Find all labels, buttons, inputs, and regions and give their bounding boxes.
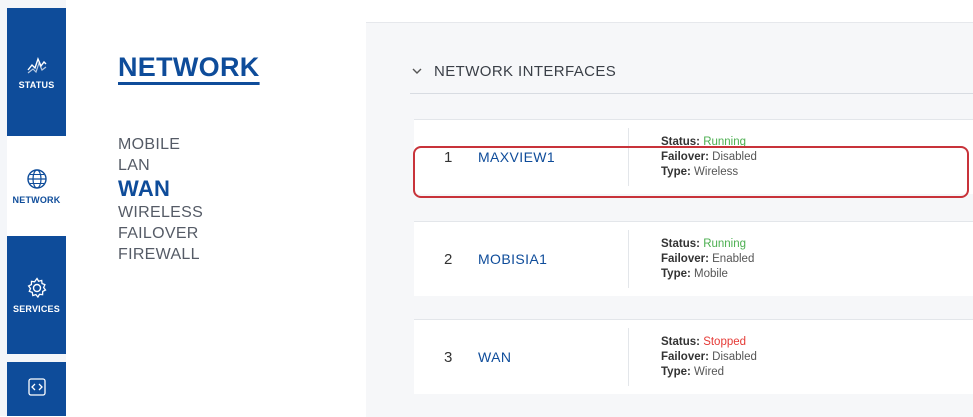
status-label: Status: xyxy=(661,135,700,148)
menu-item-mobile[interactable]: MOBILE xyxy=(118,134,203,155)
menu-item-failover[interactable]: FAILOVER xyxy=(118,223,203,244)
menu-list: MOBILE LAN WAN WIRELESS FAILOVER FIREWAL… xyxy=(118,134,203,265)
interface-index: 2 xyxy=(444,250,453,268)
chevron-down-icon[interactable] xyxy=(410,64,424,78)
menu-item-firewall[interactable]: FIREWALL xyxy=(118,244,203,265)
main-content: NETWORK INTERFACES 1 MAXVIEW1 Status: Ru… xyxy=(366,22,973,417)
section-header[interactable]: NETWORK INTERFACES xyxy=(410,49,973,94)
failover-label: Failover: xyxy=(661,350,709,363)
interface-index: 1 xyxy=(444,148,453,166)
type-label: Type: xyxy=(661,165,691,178)
status-value: Running xyxy=(703,135,747,148)
rail-more[interactable] xyxy=(7,362,66,416)
type-label: Type: xyxy=(661,267,691,280)
type-value: Wireless xyxy=(694,165,739,178)
interface-index: 3 xyxy=(444,348,453,366)
section-title: NETWORK INTERFACES xyxy=(434,62,617,80)
failover-value: Disabled xyxy=(712,150,757,163)
interface-name[interactable]: MOBISIA1 xyxy=(478,251,628,267)
type-value: Wired xyxy=(694,365,725,378)
pulse-icon xyxy=(26,57,46,74)
menu-item-wireless[interactable]: WIRELESS xyxy=(118,202,203,223)
interface-details: Status: Stopped Failover: Disabled Type:… xyxy=(628,328,757,386)
interface-details: Status: Running Failover: Disabled Type:… xyxy=(628,128,757,186)
type-label: Type: xyxy=(661,365,691,378)
rail-services-label: SERVICES xyxy=(13,304,60,314)
rail-status-label: STATUS xyxy=(18,80,55,90)
status-label: Status: xyxy=(661,237,700,250)
network-menu: NETWORK MOBILE LAN WAN WIRELESS FAILOVER… xyxy=(66,0,366,416)
interface-row[interactable]: 1 MAXVIEW1 Status: Running Failover: Dis… xyxy=(414,119,973,194)
icon-rail: STATUS NETWORK SERVICES xyxy=(0,0,67,416)
globe-icon xyxy=(26,169,47,189)
failover-label: Failover: xyxy=(661,150,709,163)
menu-item-wan[interactable]: WAN xyxy=(118,176,203,202)
interface-details: Status: Running Failover: Enabled Type: … xyxy=(628,230,754,288)
failover-label: Failover: xyxy=(661,252,709,265)
failover-value: Disabled xyxy=(712,350,757,363)
rail-services[interactable]: SERVICES xyxy=(7,236,66,354)
gear-icon xyxy=(27,277,46,299)
interface-name[interactable]: MAXVIEW1 xyxy=(478,149,628,165)
rail-status[interactable]: STATUS xyxy=(7,8,66,136)
failover-value: Enabled xyxy=(712,252,755,265)
menu-title: NETWORK xyxy=(118,52,260,82)
status-value: Stopped xyxy=(703,335,747,348)
interface-row[interactable]: 3 WAN Status: Stopped Failover: Disabled… xyxy=(414,319,973,394)
type-value: Mobile xyxy=(694,267,728,280)
rail-network-label: NETWORK xyxy=(12,195,61,205)
interface-row[interactable]: 2 MOBISIA1 Status: Running Failover: Ena… xyxy=(414,221,973,296)
code-icon xyxy=(27,378,46,396)
status-label: Status: xyxy=(661,335,700,348)
menu-item-lan[interactable]: LAN xyxy=(118,155,203,176)
interface-name[interactable]: WAN xyxy=(478,349,628,365)
rail-network[interactable]: NETWORK xyxy=(7,136,66,236)
status-value: Running xyxy=(703,237,747,250)
